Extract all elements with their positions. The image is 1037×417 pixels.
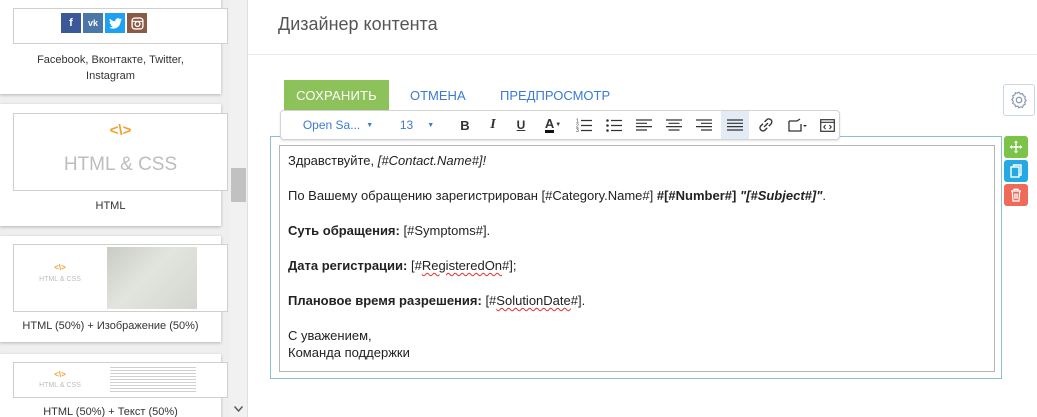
caret-down-icon: ▼ [555, 122, 562, 128]
registration-line: По Вашему обращению зарегистрирован [#Ca… [288, 188, 826, 203]
html-image-block-caption: HTML (50%) + Изображение (50%) [22, 320, 199, 332]
settings-button[interactable] [1003, 84, 1035, 116]
palette-block-social[interactable]: f vk Facebook, Вконтакте, Twitter, Insta… [0, 0, 228, 94]
bold-button[interactable]: B [453, 111, 477, 139]
palette-block-html-image[interactable]: <\> HTML & CSS HTML (50%) + Изображение … [0, 236, 228, 342]
move-icon [1009, 140, 1023, 154]
html-content-editor[interactable]: Здравствуйте, [#Contact.Name#]! По Вашем… [279, 145, 995, 372]
preview-button[interactable]: ПРЕДПРОСМОТР [500, 80, 610, 110]
html-block-thumbnail: <\> HTML & CSS [13, 113, 228, 191]
html-block-caption: HTML [95, 200, 126, 212]
scrollbar-thumb[interactable] [231, 168, 246, 202]
image-placeholder [107, 247, 197, 309]
copy-block-button[interactable] [1004, 160, 1028, 182]
team-line: Команда поддержки [288, 345, 410, 360]
align-center-icon [666, 119, 682, 131]
html-image-block-thumbnail: <\> HTML & CSS [13, 244, 228, 312]
source-code-icon [819, 118, 835, 132]
palette-scrollbar[interactable] [230, 0, 247, 417]
align-center-button[interactable] [661, 111, 687, 139]
code-icon: <\> [54, 263, 66, 272]
greeting-line: Здравствуйте, [#Contact.Name#]! [288, 153, 487, 168]
bullet-list-icon [606, 119, 622, 132]
ordered-list-icon: 123 [576, 119, 592, 132]
align-justify-icon [727, 119, 743, 131]
caret-down-icon: ▼ [366, 121, 374, 129]
content-block-palette: f vk Facebook, Вконтакте, Twitter, Insta… [0, 0, 230, 417]
caret-down-icon: ▼ [427, 121, 435, 129]
bullet-list-button[interactable] [601, 111, 627, 139]
palette-block-html[interactable]: <\> HTML & CSS HTML [0, 104, 228, 226]
registered-date-line: Дата регистрации: [#RegisteredOn#]; [288, 258, 517, 273]
insert-macro-button[interactable] [783, 111, 813, 139]
link-icon [759, 118, 773, 132]
insert-link-button[interactable] [753, 111, 779, 139]
align-right-button[interactable] [691, 111, 717, 139]
underline-button[interactable]: U [509, 111, 533, 139]
text-placeholder-lines [110, 367, 196, 393]
twitter-icon [105, 13, 125, 33]
text-color-icon: A [544, 116, 555, 133]
html-text-block-thumbnail: <\> HTML & CSS [13, 362, 228, 398]
font-family-dropdown[interactable]: Open Sa... ▼ [299, 111, 377, 139]
text-formatting-toolbar: Open Sa... ▼ 13 ▼ B I U A ▼ 123 [280, 110, 840, 140]
ordered-list-button[interactable]: 123 [571, 111, 597, 139]
move-block-button[interactable] [1004, 136, 1028, 158]
gear-icon [1011, 91, 1027, 109]
content-block-frame: Здравствуйте, [#Contact.Name#]! По Вашем… [270, 136, 1002, 379]
instagram-icon [127, 13, 147, 33]
macro-icon [788, 118, 807, 132]
html-css-thumb-title: HTML & CSS [39, 382, 81, 389]
italic-button[interactable]: I [481, 111, 505, 139]
underline-icon: U [516, 118, 526, 132]
scroll-down-arrow-icon[interactable] [230, 400, 247, 417]
html-css-thumb-title: HTML & CSS [39, 276, 81, 283]
solution-date-line: Плановое время разрешения: [#SolutionDat… [288, 293, 586, 308]
source-code-button[interactable] [815, 111, 839, 139]
code-icon: <\> [54, 370, 66, 379]
save-button[interactable]: СОХРАНИТЬ [284, 80, 389, 110]
regards-line: С уважением, [288, 328, 372, 343]
social-block-thumbnail: f vk [13, 8, 228, 44]
align-left-button[interactable] [631, 111, 657, 139]
align-justify-button[interactable] [721, 111, 749, 139]
align-right-icon [696, 119, 712, 131]
code-icon: <\> [109, 122, 132, 139]
content-designer-main: Дизайнер контента СОХРАНИТЬ ОТМЕНА ПРЕДП… [247, 0, 1037, 417]
facebook-icon: f [61, 13, 81, 33]
vkontakte-icon: vk [83, 13, 103, 33]
text-color-button[interactable]: A ▼ [539, 111, 567, 139]
delete-block-button[interactable] [1004, 184, 1028, 206]
trash-icon [1011, 188, 1021, 202]
symptoms-line: Суть обращения: [#Symptoms#]. [288, 223, 491, 238]
title-divider [248, 54, 1037, 55]
copy-icon [1010, 164, 1022, 178]
html-text-block-caption: HTML (50%) + Текст (50%) [43, 406, 178, 417]
italic-icon: I [490, 117, 496, 132]
font-size-dropdown[interactable]: 13 ▼ [393, 111, 441, 139]
cancel-button[interactable]: ОТМЕНА [410, 80, 466, 110]
svg-text:3: 3 [576, 128, 579, 132]
page-title: Дизайнер контента [278, 14, 438, 34]
bold-icon: B [460, 117, 470, 133]
palette-block-html-text[interactable]: <\> HTML & CSS HTML (50%) + Текст (50%) [0, 354, 228, 417]
social-block-caption: Facebook, Вконтакте, Twitter, Instagram [37, 54, 184, 82]
align-left-icon [636, 119, 652, 131]
html-css-thumb-title: HTML & CSS [63, 154, 178, 175]
